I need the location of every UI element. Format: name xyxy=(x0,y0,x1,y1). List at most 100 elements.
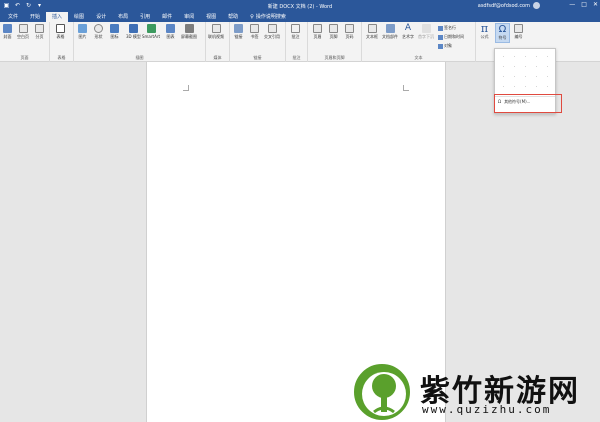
symbol-cell[interactable]: · xyxy=(531,62,542,72)
screenshot-icon xyxy=(184,24,194,33)
blank-page-icon xyxy=(18,24,28,33)
smartart-button[interactable]: SmartArt xyxy=(142,24,160,39)
page-break-icon xyxy=(35,24,44,33)
3d-models-button[interactable]: 3D 模型 xyxy=(126,24,141,40)
symbol-cell[interactable]: · xyxy=(498,62,509,72)
maximize-button[interactable]: □ xyxy=(581,1,587,8)
picture-icon xyxy=(78,24,87,33)
annotation-highlight-box xyxy=(494,94,562,113)
tab-help[interactable]: 帮助 xyxy=(222,12,244,22)
header-icon xyxy=(313,24,322,33)
tab-references[interactable]: 引用 xyxy=(134,12,156,22)
wordart-icon: A xyxy=(404,23,412,33)
cross-reference-icon xyxy=(267,24,277,33)
quick-parts-button[interactable]: 文档部件 xyxy=(382,24,398,40)
symbol-cell[interactable]: · xyxy=(520,52,531,62)
shapes-icon xyxy=(94,24,103,33)
header-button[interactable]: 页眉 xyxy=(313,24,322,40)
cross-reference-button[interactable]: 交叉引用 xyxy=(264,24,280,40)
symbol-button[interactable]: Ω 符号 xyxy=(495,23,510,43)
symbol-cell[interactable]: · xyxy=(542,82,553,92)
symbol-cell[interactable]: · xyxy=(509,52,520,62)
media-group: 联机视频 媒体 xyxy=(206,22,230,62)
quick-parts-icon xyxy=(385,24,395,33)
calendar-icon xyxy=(438,34,443,40)
drop-cap-button[interactable]: 首字下沉 xyxy=(418,24,434,40)
icons-button[interactable]: 图标 xyxy=(110,24,119,40)
text-box-button[interactable]: 文本框 xyxy=(366,24,378,40)
pictures-button[interactable]: 图片 xyxy=(78,24,87,40)
title-bar: ▣ ↶ ↻ ▾ 新建 DOCX 文档 (2) - Word asdfsdf@of… xyxy=(0,0,600,11)
footer-icon xyxy=(329,24,338,33)
object-button[interactable]: 对象 xyxy=(438,43,452,49)
crop-mark-top-left xyxy=(183,85,189,91)
word-window: ▣ ↶ ↻ ▾ 新建 DOCX 文档 (2) - Word asdfsdf@of… xyxy=(0,0,600,422)
bookmark-button[interactable]: 书签 xyxy=(250,24,259,40)
tab-file[interactable]: 文件 xyxy=(2,12,24,22)
tab-layout[interactable]: 布局 xyxy=(112,12,134,22)
signature-icon xyxy=(438,25,443,31)
symbol-cell[interactable]: · xyxy=(520,62,531,72)
cover-page-button[interactable]: 封面 xyxy=(3,24,12,40)
symbol-cell[interactable]: · xyxy=(520,82,531,92)
footer-button[interactable]: 页脚 xyxy=(329,24,338,40)
omega-icon: Ω xyxy=(498,24,507,35)
table-button[interactable]: 表格 xyxy=(56,24,65,40)
tab-insert[interactable]: 插入 xyxy=(46,12,69,22)
symbol-cell[interactable]: · xyxy=(509,72,520,82)
comment-icon xyxy=(291,24,300,33)
tab-draw[interactable]: 绘图 xyxy=(68,12,90,22)
symbol-cell[interactable]: · xyxy=(531,52,542,62)
shapes-button[interactable]: 形状 xyxy=(94,24,103,40)
symbol-cell[interactable]: · xyxy=(498,72,509,82)
symbol-cell[interactable]: · xyxy=(498,82,509,92)
bookmark-icon xyxy=(250,24,259,33)
symbol-cell[interactable]: · xyxy=(542,72,553,82)
smartart-icon xyxy=(146,24,156,33)
tables-group: 表格 表格 xyxy=(50,22,74,62)
comment-button[interactable]: 批注 xyxy=(291,24,300,40)
close-button[interactable]: ✕ xyxy=(593,1,598,8)
user-email: asdfsdf@ofdsod.com xyxy=(477,2,530,9)
tab-design[interactable]: 设计 xyxy=(90,12,112,22)
symbol-cell[interactable]: · xyxy=(498,52,509,62)
online-video-button[interactable]: 联机视频 xyxy=(208,24,224,40)
minimize-button[interactable]: — xyxy=(569,1,575,8)
tell-me-label: 操作说明搜索 xyxy=(255,14,286,20)
tell-me-search[interactable]: ♀ 操作说明搜索 xyxy=(244,12,292,22)
table-icon xyxy=(56,24,65,33)
object-icon xyxy=(438,43,443,49)
page-break-button[interactable]: 分页 xyxy=(35,24,44,40)
blank-page-button[interactable]: 空白页 xyxy=(17,24,29,40)
symbol-cell[interactable]: · xyxy=(509,62,520,72)
links-group: 链接 书签 交叉引用 链接 xyxy=(230,22,286,62)
symbol-grid: · · · · · · · · · · · · · · · · · · · · xyxy=(498,52,554,92)
symbol-cell[interactable]: · xyxy=(509,82,520,92)
link-button[interactable]: 链接 xyxy=(234,24,243,40)
page-number-button[interactable]: 页码 xyxy=(345,24,354,40)
tab-review[interactable]: 审阅 xyxy=(178,12,200,22)
lightbulb-icon: ♀ xyxy=(250,14,254,20)
pi-icon: π xyxy=(480,22,489,35)
signature-line-button[interactable]: 签名行 xyxy=(438,25,456,31)
tab-view[interactable]: 视图 xyxy=(200,12,222,22)
symbol-cell[interactable]: · xyxy=(542,62,553,72)
symbol-cell[interactable]: · xyxy=(542,52,553,62)
symbol-cell[interactable]: · xyxy=(531,82,542,92)
number-button[interactable]: 编号 xyxy=(514,24,523,40)
watermark-url: www.quzizhu.com xyxy=(422,403,552,416)
equation-button[interactable]: π 公式 xyxy=(480,22,489,40)
wordart-button[interactable]: A 艺术字 xyxy=(402,24,414,40)
link-icon xyxy=(234,24,243,33)
screenshot-button[interactable]: 屏幕截图 xyxy=(181,24,197,40)
symbol-cell[interactable]: · xyxy=(520,72,531,82)
illustrations-group: 图片 形状 图标 3D 模型 SmartArt 图表 屏幕截图 插图 xyxy=(74,22,206,62)
tab-mailings[interactable]: 邮件 xyxy=(156,12,178,22)
text-box-icon xyxy=(367,24,377,33)
date-time-button[interactable]: 日期和时间 xyxy=(438,34,464,40)
symbol-cell[interactable]: · xyxy=(531,72,542,82)
chart-button[interactable]: 图表 xyxy=(166,24,175,40)
tab-home[interactable]: 开始 xyxy=(24,12,46,22)
avatar[interactable] xyxy=(533,2,540,9)
user-account[interactable]: asdfsdf@ofdsod.com xyxy=(478,2,540,9)
